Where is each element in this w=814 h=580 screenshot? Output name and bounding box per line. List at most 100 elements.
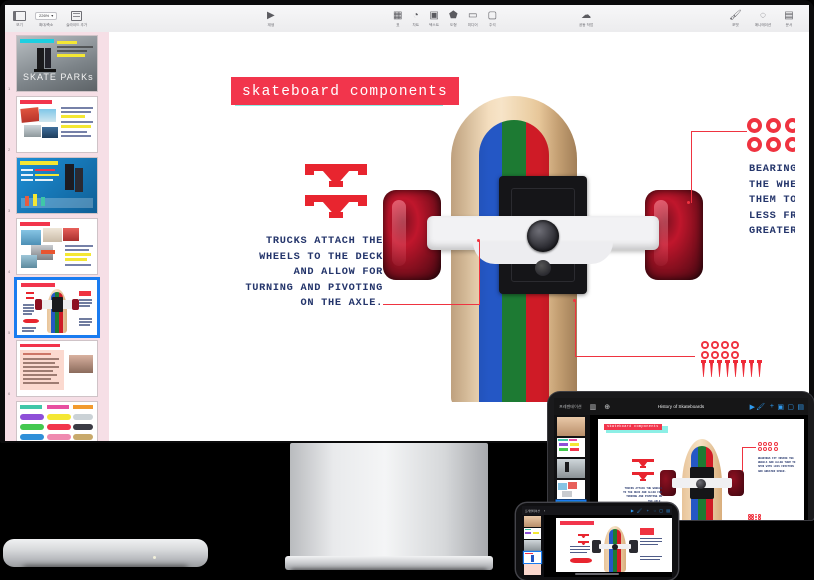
slide-thumbnail-list: SKATE PARKs 1 2 3 4 5 6	[5, 32, 109, 441]
document-icon: ▤	[784, 9, 794, 21]
mac-mini	[3, 539, 208, 567]
bearings-callout[interactable]: BEARINGS FIT INSIDE THE WHEELS AND ALLOW…	[749, 162, 795, 240]
ipad-thumbnail-2[interactable]	[557, 438, 585, 457]
power-led	[153, 556, 156, 559]
iphone-presentations-button[interactable]: 프레젠테이션	[525, 509, 540, 513]
slide-navigator[interactable]: SKATE PARKs 1 2 3 4 5 6	[5, 32, 109, 441]
document-icon[interactable]: ▤	[666, 508, 670, 513]
document-button[interactable]: ▤ 문서	[784, 9, 793, 28]
ipad-toolbar: 프레젠테이션 ▥ ⊕ History of Skateboards ▶ 🖌 + …	[554, 398, 808, 415]
play-icon[interactable]: ▶	[750, 403, 755, 411]
back-chevron-icon[interactable]: ‹	[544, 508, 545, 513]
insert-comment-button[interactable]: ▢ 주석	[488, 9, 497, 28]
iphone-thumbnail-2[interactable]	[524, 528, 541, 539]
zoom-pill[interactable]: 226% ▾	[35, 11, 58, 20]
iphone-slide-content	[556, 518, 672, 572]
slide-number: 1	[8, 86, 11, 91]
add-slide-button[interactable]: 슬라이드 추가	[66, 9, 87, 28]
comment-icon: ▢	[487, 9, 498, 21]
trucks-callout[interactable]: TRUCKS ATTACH THE WHEELS TO THE DECK AND…	[243, 234, 383, 312]
iphone-device: 프레젠테이션 ‹ ▶ 🖌 + ◌ ▢ ▤	[516, 503, 678, 580]
collaborate-icon: ☁	[581, 9, 592, 21]
ipad-thumbnail-4[interactable]	[557, 480, 585, 499]
slide-content: skateboard components TRUCKS ATTACH THE …	[115, 36, 795, 402]
sidebar-view-icon	[13, 9, 26, 22]
insert-media-button[interactable]: ▭ 미디어	[468, 9, 478, 28]
text-box-icon: ▣	[429, 9, 439, 21]
view-button[interactable]: 보기	[13, 9, 26, 28]
slide-thumbnail-4[interactable]: 4	[8, 219, 103, 274]
slide-number: 3	[8, 208, 11, 213]
add-slide-icon	[71, 9, 83, 22]
comment-icon[interactable]: ▢	[659, 508, 663, 513]
comment-icon[interactable]: ▢	[787, 403, 794, 411]
toolbar-play-group: ▶ 재생	[267, 9, 275, 28]
slide-number: 5	[8, 330, 11, 335]
document-icon[interactable]: ▤	[797, 403, 804, 411]
media-icon: ▭	[467, 9, 478, 21]
play-button[interactable]: ▶ 재생	[267, 9, 275, 28]
iphone-slide-canvas[interactable]	[544, 515, 672, 577]
ipad-presentations-button[interactable]: 프레젠테이션	[559, 404, 582, 410]
lead-screws	[575, 356, 695, 357]
iphone-slide-navigator[interactable]	[522, 515, 544, 577]
display-stand-foot	[285, 556, 493, 570]
home-indicator	[575, 573, 619, 575]
lead-endpoint	[687, 201, 690, 204]
format-button[interactable]: 🖌 포맷	[729, 9, 742, 28]
keynote-toolbar: 보기 226% ▾ 확대/축소 슬라이드 추가 ▶ 재생 ▦ 표 ◔ 차트 ▣ …	[5, 5, 809, 33]
ipad-slide-title: skateboard components	[604, 424, 662, 430]
slide-number: 2	[8, 147, 11, 152]
animate-icon[interactable]: ◌	[654, 508, 656, 513]
zoom-control[interactable]: 226% ▾ 확대/축소	[35, 9, 58, 28]
add-icon[interactable]: +	[770, 403, 774, 410]
collaborate-button[interactable]: ☁ 공동 작업	[579, 9, 593, 28]
kingpin-nut	[527, 220, 559, 252]
slide-number: 6	[8, 391, 11, 396]
slide-thumbnail-1[interactable]: SKATE PARKs 1	[8, 36, 103, 91]
shapes-icon: ⬟	[449, 9, 458, 21]
slide-number: 4	[8, 269, 11, 274]
format-brush-icon: 🖌	[729, 9, 742, 21]
animate-icon: ◌	[759, 9, 766, 21]
display-screen: 보기 226% ▾ 확대/축소 슬라이드 추가 ▶ 재생 ▦ 표 ◔ 차트 ▣ …	[5, 5, 809, 441]
toolbar-insert-group: ▦ 표 ◔ 차트 ▣ 텍스트 ⬟ 도형 ▭ 미디어 ▢ 주석	[393, 9, 497, 28]
table-icon: ▦	[393, 9, 403, 21]
animate-button[interactable]: ◌ 애니메이션	[755, 9, 772, 28]
ipad-device: 프레젠테이션 ▥ ⊕ History of Skateboards ▶ 🖌 + …	[548, 392, 814, 520]
sidebar-icon[interactable]: ▥	[590, 403, 597, 411]
format-brush-icon[interactable]: 🖌	[756, 403, 765, 411]
studio-display-bezel: 보기 226% ▾ 확대/축소 슬라이드 추가 ▶ 재생 ▦ 표 ◔ 차트 ▣ …	[0, 0, 814, 443]
slide-title[interactable]: skateboard components	[231, 77, 459, 105]
iphone-thumbnail-5[interactable]	[524, 564, 541, 575]
insert-chart-button[interactable]: ◔ 차트	[412, 9, 419, 28]
iphone-thumbnail-3[interactable]	[524, 540, 541, 551]
toolbar-right-group: 🖌 포맷 ◌ 애니메이션 ▤ 문서	[729, 9, 794, 28]
slide-thumbnail-2[interactable]: 2	[8, 97, 103, 152]
slide-thumbnail-5[interactable]: 5	[8, 280, 103, 335]
zoom-icon[interactable]: ⊕	[604, 403, 610, 411]
ipad-thumbnail-3[interactable]	[557, 459, 585, 478]
lead-bearings-2	[691, 131, 747, 132]
iphone-thumbnail-4[interactable]	[524, 552, 541, 563]
truck-assembly-photo	[383, 176, 703, 294]
slide-thumbnail-7[interactable]: 7	[17, 402, 103, 441]
insert-shape-button[interactable]: ⬟ 도형	[449, 9, 458, 28]
insert-table-button[interactable]: ▦ 표	[393, 9, 402, 28]
zoom-value: 226%	[39, 12, 50, 18]
bearings-graphic	[747, 118, 795, 152]
insert-text-button[interactable]: ▣ 텍스트	[429, 9, 439, 28]
ipad-trucks-callout: TRUCKS ATTACH THE WHEELS TO THE DECK AND…	[623, 487, 662, 503]
add-icon[interactable]: +	[647, 508, 649, 513]
slide-canvas[interactable]: skateboard components TRUCKS ATTACH THE …	[109, 32, 809, 441]
media-icon[interactable]: ▣	[777, 403, 784, 411]
toolbar-collab-group: ☁ 공동 작업	[579, 9, 593, 28]
slide-thumbnail-3[interactable]: 3	[8, 158, 103, 213]
play-icon[interactable]: ▶	[631, 508, 634, 513]
screws-graphic	[701, 360, 762, 377]
format-brush-icon[interactable]: 🖌	[637, 508, 642, 513]
chart-icon: ◔	[412, 9, 419, 21]
ipad-thumbnail-1[interactable]	[557, 417, 585, 436]
slide-thumbnail-6[interactable]: 6	[8, 341, 103, 396]
iphone-thumbnail-1[interactable]	[524, 516, 541, 527]
